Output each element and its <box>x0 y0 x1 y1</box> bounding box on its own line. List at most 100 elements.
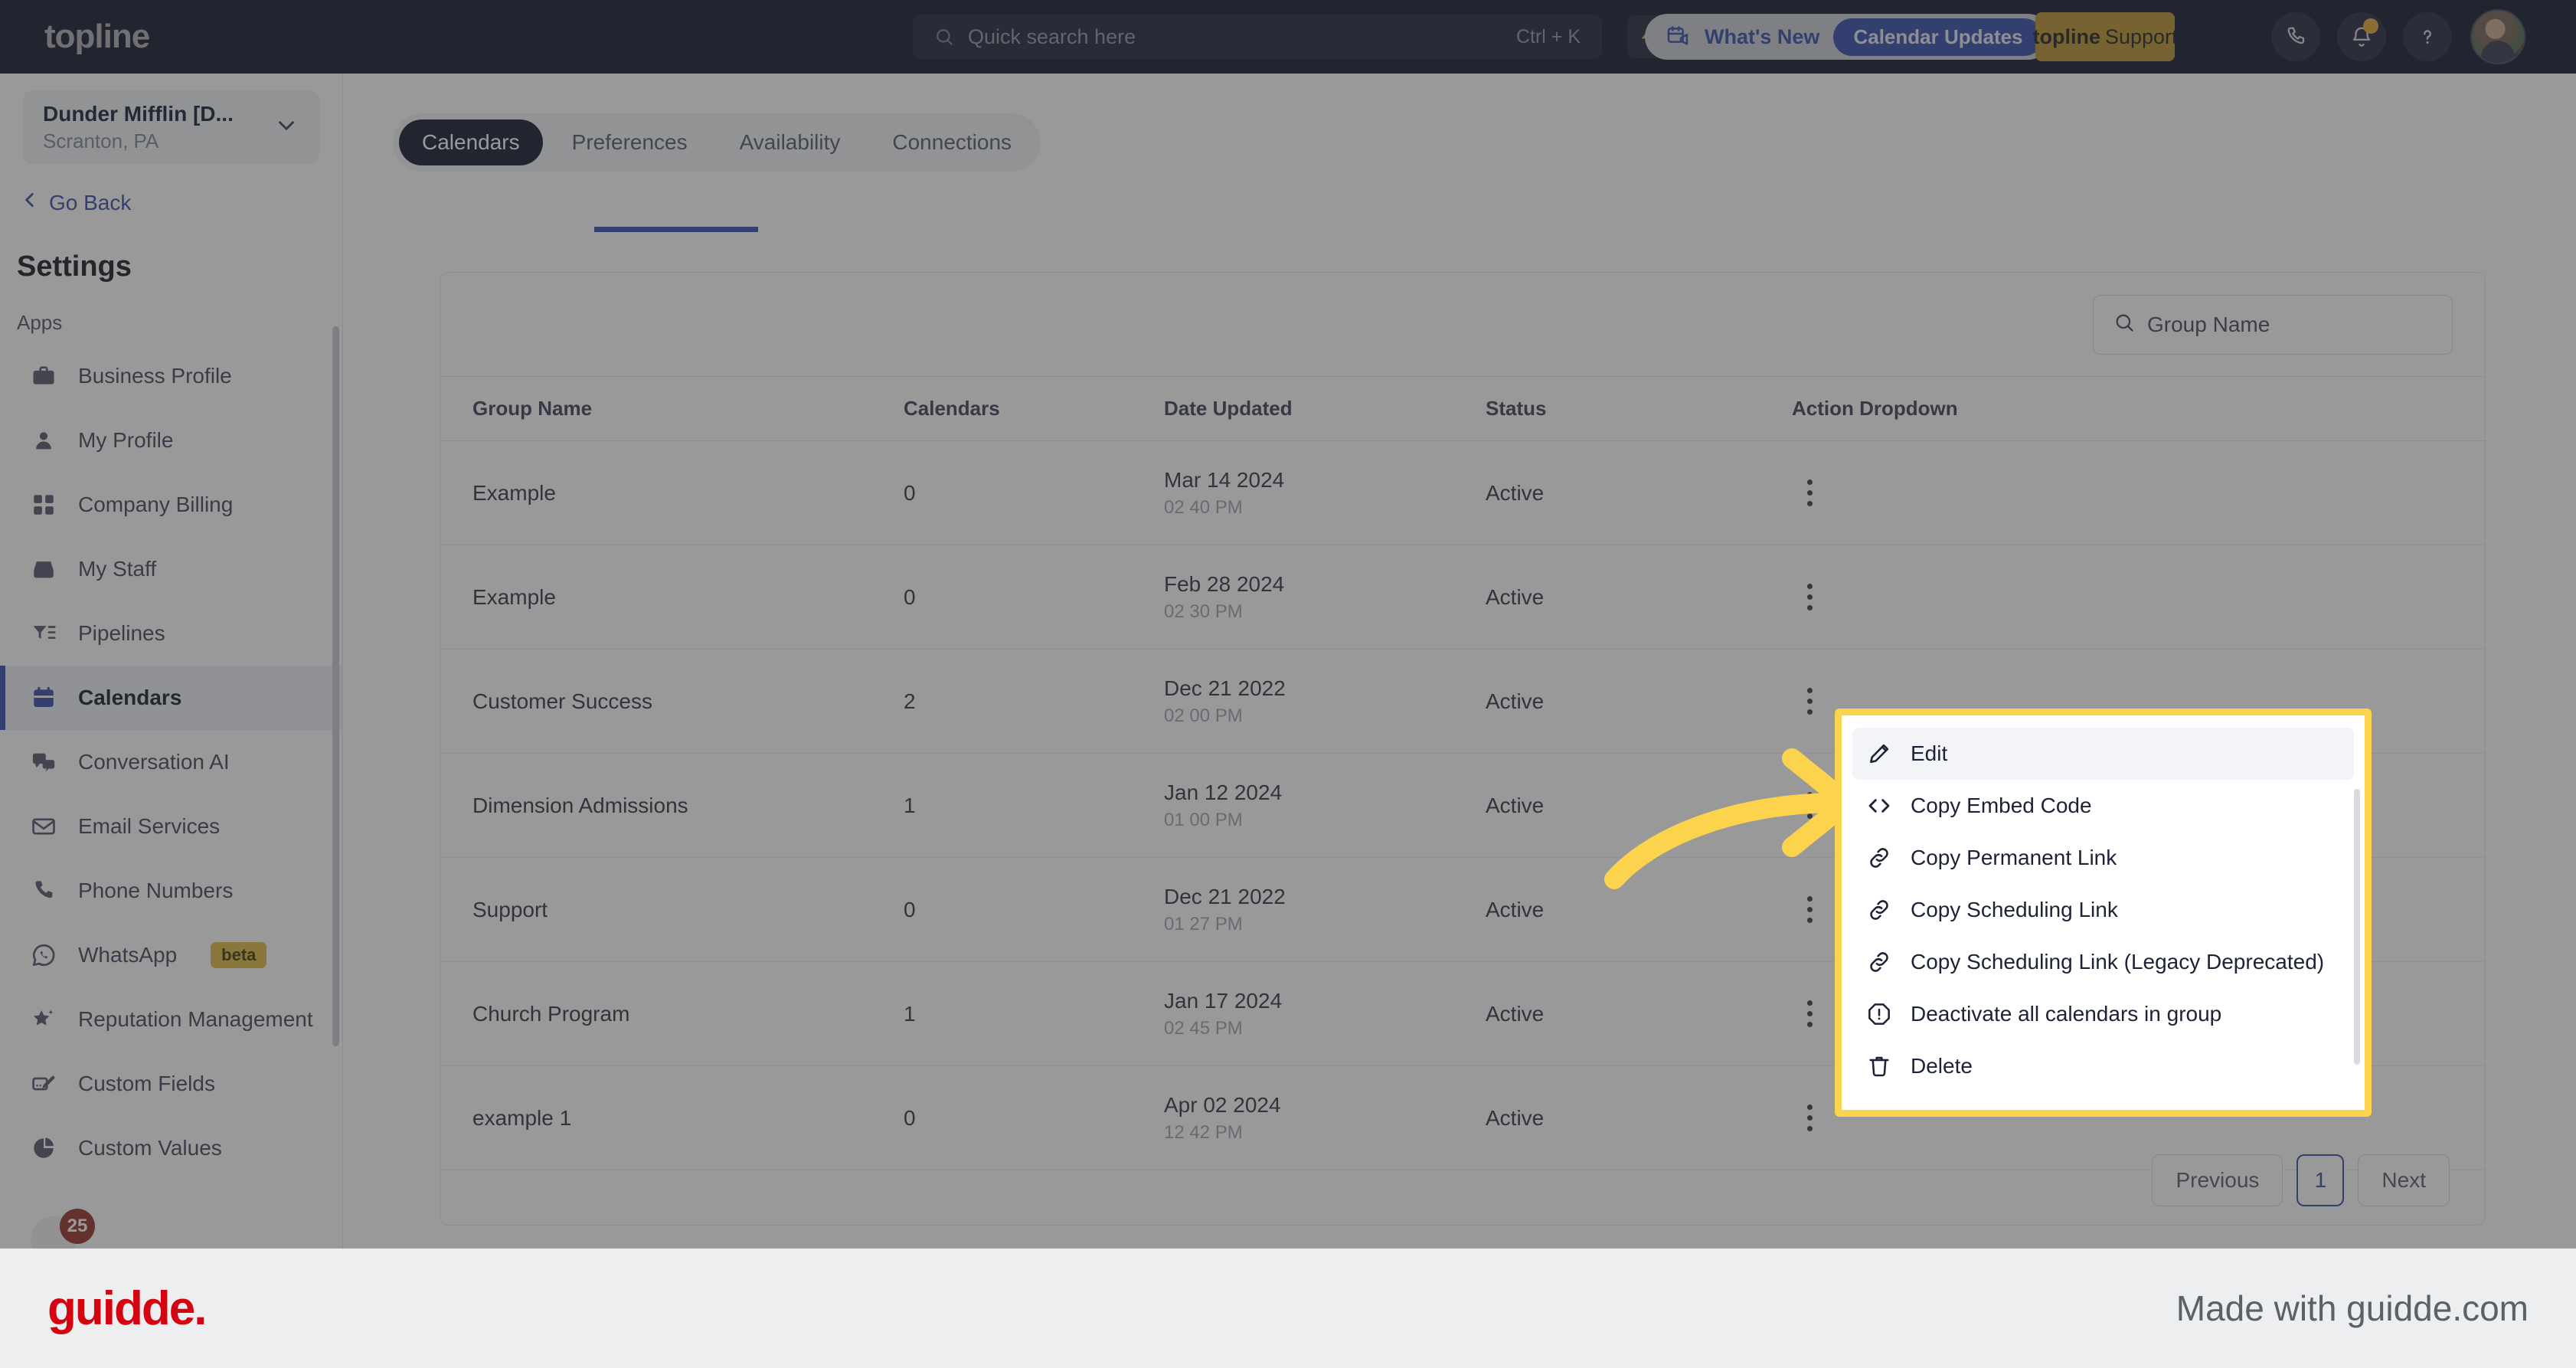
sidebar-item-phone-numbers[interactable]: Phone Numbers <box>0 859 342 923</box>
tab-calendars[interactable]: Calendars <box>399 119 543 165</box>
kebab-menu-icon[interactable] <box>1792 580 1827 615</box>
avatar[interactable] <box>2470 9 2525 64</box>
sidebar-item-my-profile[interactable]: My Profile <box>0 408 342 473</box>
sidebar-item-company-billing[interactable]: Company Billing <box>0 473 342 537</box>
calendar-icon <box>31 685 57 711</box>
time-value: 01 00 PM <box>1164 809 1243 830</box>
top-navigation-bar: topline Ctrl + K What's New Cale <box>0 0 2576 74</box>
calendar-announcement-icon <box>1665 24 1691 50</box>
sidebar-item-conversation-ai[interactable]: Conversation AI <box>0 730 342 794</box>
app-root: topline Ctrl + K What's New Cale <box>0 0 2576 1249</box>
dropdown-item-delete[interactable]: Delete <box>1852 1040 2354 1092</box>
sidebar-item-label: Email Services <box>78 814 221 838</box>
guidde-logo: guidde. <box>47 1281 207 1335</box>
tab-availability[interactable]: Availability <box>717 119 864 165</box>
page-number-1[interactable]: 1 <box>2296 1154 2345 1206</box>
cell-date-updated: Apr 02 2024 12 42 PM <box>1164 1065 1486 1170</box>
inbox-icon <box>31 556 57 582</box>
cell-date-updated: Feb 28 2024 02 30 PM <box>1164 545 1486 650</box>
dropdown-item-copy-scheduling-link-legacy-deprecated[interactable]: Copy Scheduling Link (Legacy Deprecated) <box>1852 936 2354 988</box>
search-input[interactable] <box>968 25 1516 49</box>
group-name-input[interactable] <box>2147 312 2432 337</box>
whats-new-banner[interactable]: What's New Calendar Updates <box>1645 12 2054 60</box>
cell-status: Active <box>1486 1065 1792 1170</box>
time-value: 02 00 PM <box>1164 705 1243 726</box>
sidebar-item-calendars[interactable]: Calendars <box>0 666 342 730</box>
sidebar-item-email-services[interactable]: Email Services <box>0 794 342 859</box>
kebab-menu-icon[interactable] <box>1792 997 1827 1032</box>
time-value: 02 40 PM <box>1164 496 1243 518</box>
dropdown-item-label: Copy Permanent Link <box>1911 846 2117 869</box>
tab-connections[interactable]: Connections <box>869 119 1035 165</box>
sidebar-item-whatsapp[interactable]: WhatsApp beta <box>0 923 342 987</box>
briefcase-icon <box>31 363 57 389</box>
column-header-group-name[interactable]: Group Name <box>440 376 904 441</box>
date-value: Mar 14 2024 <box>1164 467 1285 492</box>
time-value: 12 42 PM <box>1164 1121 1243 1143</box>
column-header-action: Action Dropdown <box>1792 376 2485 441</box>
dropdown-scrollbar[interactable] <box>2354 789 2360 1065</box>
global-search[interactable]: Ctrl + K <box>913 15 1602 59</box>
bell-icon[interactable] <box>2337 12 2386 61</box>
date-value: Feb 28 2024 <box>1164 571 1285 596</box>
search-icon <box>2113 312 2135 337</box>
dropdown-item-edit[interactable]: Edit <box>1852 728 2354 780</box>
cell-status: Active <box>1486 545 1792 650</box>
previous-page-button[interactable]: Previous <box>2152 1154 2283 1206</box>
date-value: Jan 12 2024 <box>1164 780 1283 804</box>
sidebar-item-label: Calendars <box>78 686 182 709</box>
kebab-menu-icon[interactable] <box>1792 684 1827 719</box>
topline-support-button[interactable]: topline Support <box>2032 12 2178 61</box>
go-back-link[interactable]: Go Back <box>20 190 342 215</box>
sidebar-item-reputation-management[interactable]: Reputation Management <box>0 987 342 1052</box>
question-mark-icon[interactable] <box>2403 12 2452 61</box>
sidebar-item-label: Custom Fields <box>78 1072 215 1095</box>
dropdown-item-copy-permanent-link[interactable]: Copy Permanent Link <box>1852 832 2354 884</box>
kebab-menu-icon[interactable] <box>1792 1101 1827 1136</box>
cell-calendars-count: 0 <box>904 440 1164 545</box>
brand-logo[interactable]: topline <box>44 18 150 56</box>
sidebar-item-custom-values[interactable]: Custom Values <box>0 1116 342 1180</box>
guidde-footer: guidde. Made with guidde.com <box>0 1249 2576 1368</box>
cell-action <box>1792 440 2485 545</box>
sidebar-item-label: Pipelines <box>78 621 165 645</box>
dropdown-item-copy-scheduling-link[interactable]: Copy Scheduling Link <box>1852 884 2354 936</box>
column-header-status[interactable]: Status <box>1486 376 1792 441</box>
phone-icon[interactable] <box>2271 12 2320 61</box>
whats-new-badge[interactable]: Calendar Updates <box>1833 18 2043 56</box>
made-with-guidde-label: Made with guidde.com <box>2176 1288 2529 1328</box>
cell-group-name: example 1 <box>440 1065 904 1170</box>
phone-icon <box>31 878 57 904</box>
tab-preferences[interactable]: Preferences <box>549 119 711 165</box>
location-switcher[interactable]: Dunder Mifflin [D... Scranton, PA <box>23 90 319 164</box>
calculator-icon <box>31 492 57 518</box>
sidebar-item-partial[interactable]: 25 <box>31 1209 95 1249</box>
tab-active-underline <box>594 227 758 232</box>
date-value: Jan 17 2024 <box>1164 988 1283 1013</box>
table-header-row: Group Name Calendars Date Updated Status… <box>440 376 2485 441</box>
kebab-menu-icon[interactable] <box>1792 892 1827 928</box>
table-row[interactable]: Example 0 Mar 14 2024 02 40 PM Active <box>440 440 2485 545</box>
sidebar-item-label: Company Billing <box>78 493 234 516</box>
link-icon <box>1866 845 1892 871</box>
cell-calendars-count: 0 <box>904 545 1164 650</box>
table-row[interactable]: Example 0 Feb 28 2024 02 30 PM Active <box>440 545 2485 650</box>
dropdown-item-deactivate-all-calendars-in-group[interactable]: Deactivate all calendars in group <box>1852 988 2354 1040</box>
cell-calendars-count: 2 <box>904 649 1164 754</box>
kebab-menu-icon[interactable] <box>1792 476 1827 511</box>
cell-date-updated: Dec 21 2022 01 27 PM <box>1164 857 1486 962</box>
date-value: Dec 21 2022 <box>1164 884 1286 908</box>
column-header-calendars[interactable]: Calendars <box>904 376 1164 441</box>
dropdown-item-copy-embed-code[interactable]: Copy Embed Code <box>1852 780 2354 832</box>
sidebar-item-custom-fields[interactable]: Custom Fields <box>0 1052 342 1116</box>
sidebar-item-business-profile[interactable]: Business Profile <box>0 344 342 408</box>
sidebar-item-pipelines[interactable]: Pipelines <box>0 601 342 666</box>
column-header-date-updated[interactable]: Date Updated <box>1164 376 1486 441</box>
next-page-button[interactable]: Next <box>2358 1154 2450 1206</box>
sidebar-item-my-staff[interactable]: My Staff <box>0 537 342 601</box>
chat-bubbles-icon <box>31 749 57 775</box>
dropdown-item-label: Deactivate all calendars in group <box>1911 1002 2222 1026</box>
whats-new-label: What's New <box>1705 25 1820 48</box>
group-name-search[interactable] <box>2093 294 2453 355</box>
sidebar-scrollbar[interactable] <box>332 326 339 1046</box>
